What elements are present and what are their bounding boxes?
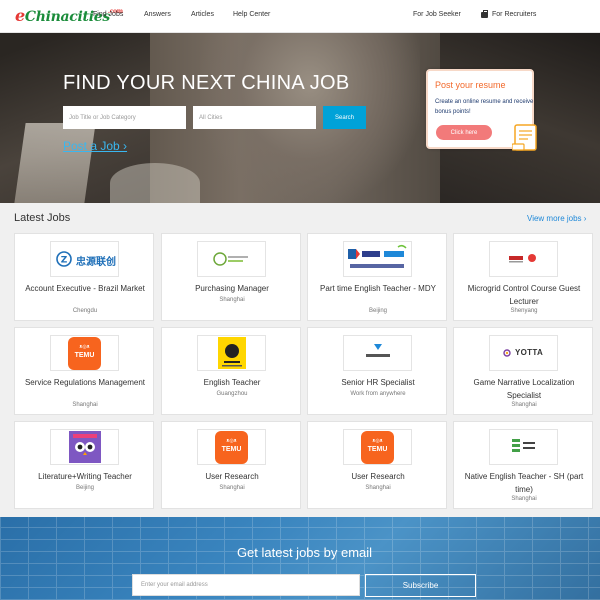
job-card[interactable]: ᴥ◎ᴥ TEMU User Research Shanghai xyxy=(161,421,301,509)
sh-school-logo xyxy=(489,429,558,465)
briefcase-icon xyxy=(481,9,488,18)
elan-logo xyxy=(343,241,412,277)
temu-logo-icon: ᴥ◎ᴥ TEMU xyxy=(68,336,101,370)
zhongyuan-logo: Z 忠源联创 xyxy=(50,241,119,277)
job-card[interactable]: Z 忠源联创 Account Executive - Brazil Market… xyxy=(14,233,154,321)
for-recruiters-label: For Recruiters xyxy=(492,11,537,18)
temu-logo: ᴥ◎ᴥ TEMU xyxy=(343,429,412,465)
svg-text:Z: Z xyxy=(60,256,67,266)
job-location: Work from anywhere xyxy=(350,391,406,397)
zhongyuan-logo-text: 忠源联创 xyxy=(76,257,116,268)
email-subscribe-title: Get latest jobs by email xyxy=(236,545,373,560)
job-location: Chengdu xyxy=(72,308,98,314)
resume-card-title: Post your resume xyxy=(435,80,506,90)
resume-document-icon xyxy=(512,124,537,151)
resume-card-text: Create an online resume and receive bonu… xyxy=(435,99,534,115)
job-location: Shanghai xyxy=(72,402,98,408)
job-card[interactable]: Native English Teacher - SH (part time) … xyxy=(453,421,593,509)
job-card[interactable]: Literature+Writing Teacher Beijing xyxy=(14,421,154,509)
temu-logo: ᴥ◎ᴥ TEMU xyxy=(50,335,119,371)
job-location: Shanghai xyxy=(511,402,537,408)
view-more-jobs-link[interactable]: View more jobs › xyxy=(527,214,586,223)
job-title: User Research xyxy=(205,472,259,481)
job-card[interactable]: YOTTA Game Narrative Localization Specia… xyxy=(453,327,593,415)
covestro-logo xyxy=(197,241,266,277)
temu-logo-icon: ᴥ◎ᴥ TEMU xyxy=(215,430,248,464)
school-logo-icon xyxy=(217,337,246,369)
job-card[interactable]: Senior HR Specialist Work from anywhere xyxy=(307,327,447,415)
job-title: Purchasing Manager xyxy=(195,284,269,293)
microgrid-logo-icon xyxy=(508,254,536,263)
job-title: English Teacher xyxy=(203,378,261,387)
job-card[interactable]: ᴥ◎ᴥ TEMU Service Regulations Management … xyxy=(14,327,154,415)
nav-find-jobs[interactable]: Find Jobs xyxy=(93,11,123,18)
school-logo xyxy=(197,335,266,371)
nav-articles[interactable]: Articles xyxy=(191,11,214,18)
job-keyword-input[interactable]: Job Title or Job Category xyxy=(63,106,186,129)
hero-background-paper xyxy=(110,163,200,203)
nav-answers[interactable]: Answers xyxy=(144,11,171,18)
job-title: User Research xyxy=(351,472,405,481)
top-navigation: eChinacities.com Find Jobs Answers Artic… xyxy=(0,0,600,33)
job-location: Shanghai xyxy=(219,485,245,491)
hero-background-shirt xyxy=(14,123,96,203)
job-location: Shanghai xyxy=(511,496,537,502)
logo-e: e xyxy=(15,6,25,25)
for-recruiters-link[interactable]: For Recruiters xyxy=(481,9,537,18)
job-card[interactable]: Part time English Teacher - MDY Beijing xyxy=(307,233,447,321)
nav-help-center[interactable]: Help Center xyxy=(233,11,270,18)
elan-logo-icon xyxy=(347,244,407,268)
owl-logo xyxy=(50,429,119,465)
search-button[interactable]: Search xyxy=(323,106,366,129)
click-here-button[interactable]: Click here xyxy=(436,125,492,140)
temu-logo-text: TEMU xyxy=(221,445,242,453)
job-location: Shenyang xyxy=(510,308,538,314)
job-card[interactable]: ᴥ◎ᴥ TEMU User Research Shanghai xyxy=(307,421,447,509)
hero-title: FIND YOUR NEXT CHINA JOB xyxy=(63,72,350,94)
culture-logo-icon xyxy=(365,344,390,357)
job-title: Game Narrative Localization Specialist xyxy=(473,378,575,400)
owl-logo-icon xyxy=(68,431,101,463)
temu-logo-text: TEMU xyxy=(74,351,95,359)
job-location: Beijing xyxy=(75,485,94,491)
covestro-logo-icon xyxy=(212,252,248,266)
job-card[interactable]: Purchasing Manager Shanghai xyxy=(161,233,301,321)
job-card[interactable]: Microgrid Control Course Guest Lecturer … xyxy=(453,233,593,321)
job-location: Shanghai xyxy=(219,297,245,303)
microgrid-logo xyxy=(489,241,558,277)
subscribe-button[interactable]: Subscribe xyxy=(365,574,476,597)
job-title: Literature+Writing Teacher xyxy=(38,472,132,481)
job-card[interactable]: English Teacher Guangzhou xyxy=(161,327,301,415)
latest-jobs-title: Latest Jobs xyxy=(14,212,71,224)
job-location: Guangzhou xyxy=(216,391,248,397)
city-select[interactable]: All Cities xyxy=(193,106,316,129)
temu-logo-text: TEMU xyxy=(367,445,388,453)
job-title: Service Regulations Management xyxy=(24,378,146,387)
culture-logo xyxy=(343,335,412,371)
job-title: Microgrid Control Course Guest Lecturer xyxy=(467,284,581,306)
email-field[interactable]: Enter your email address xyxy=(132,574,360,596)
job-title: Senior HR Specialist xyxy=(341,378,415,387)
for-job-seeker-link[interactable]: For Job Seeker xyxy=(413,11,461,18)
job-location: Shanghai xyxy=(365,485,391,491)
temu-logo-icon: ᴥ◎ᴥ TEMU xyxy=(361,430,394,464)
job-location: Beijing xyxy=(368,308,387,314)
yotta-logo-text: YOTTA xyxy=(515,348,544,357)
sh-school-logo-icon xyxy=(511,439,535,452)
job-title: Native English Teacher - SH (part time) xyxy=(464,472,584,494)
yotta-logo: YOTTA xyxy=(489,335,558,371)
post-job-link[interactable]: Post a Job › xyxy=(63,139,127,153)
job-title: Part time English Teacher - MDY xyxy=(320,284,436,293)
temu-logo: ᴥ◎ᴥ TEMU xyxy=(197,429,266,465)
job-title: Account Executive - Brazil Market xyxy=(25,284,145,293)
